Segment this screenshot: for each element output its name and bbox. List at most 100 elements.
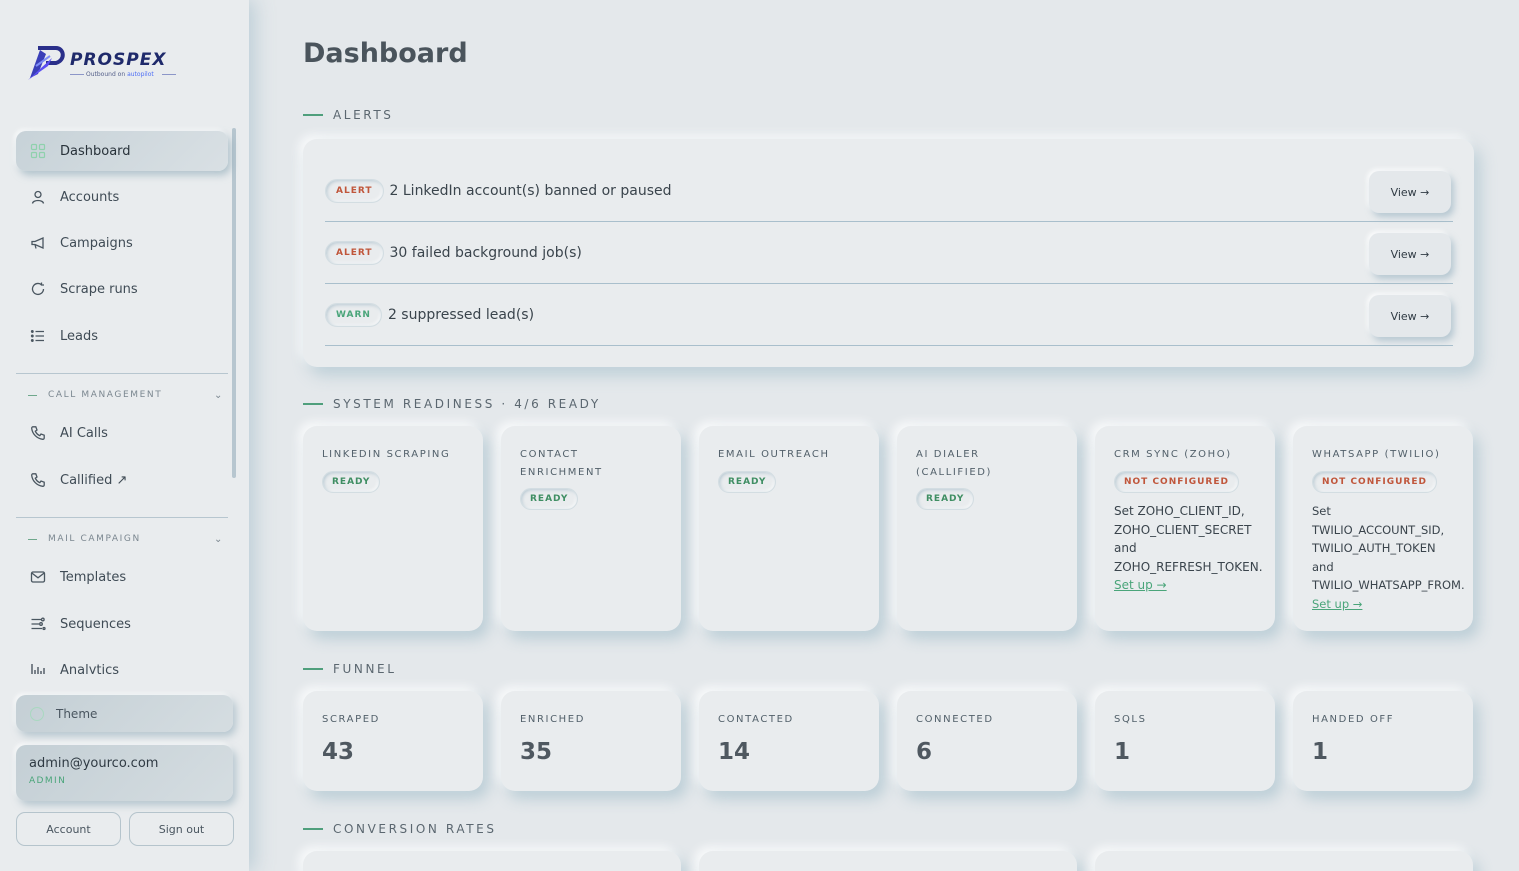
status-badge: READY <box>322 471 381 493</box>
view-button[interactable]: View → <box>1369 171 1451 213</box>
alert-badge: ALERT <box>325 240 384 265</box>
refresh-icon <box>30 281 46 297</box>
desc-line: TWILIO_ACCOUNT_SID, <box>1312 522 1445 537</box>
bar-chart-icon <box>30 662 46 674</box>
readiness-card-crm: CRM SYNC (ZOHO) NOT CONFIGURED Set ZOHO_… <box>1095 426 1275 631</box>
card-label: SCRAPED <box>322 714 380 725</box>
alert-badge: ALERT <box>325 178 384 203</box>
heading-dash <box>303 403 323 405</box>
megaphone-icon <box>30 235 46 251</box>
warn-badge: WARN <box>325 302 382 327</box>
phone-icon <box>30 472 46 488</box>
sliders-icon <box>30 616 46 632</box>
sidebar-item-sequences[interactable]: Sequences <box>16 604 228 644</box>
sidebar-item-label: Campaigns <box>60 235 133 251</box>
desc-line: ZOHO_REFRESH_TOKEN. <box>1114 559 1263 574</box>
card-label: CONNECTED <box>916 714 994 725</box>
heading-dash <box>303 828 323 830</box>
view-button[interactable]: View → <box>1369 295 1451 337</box>
readiness-heading: SYSTEM READINESS · 4/6 READY <box>303 397 601 411</box>
sidebar-divider <box>16 373 228 374</box>
user-card: admin@yourco.com ADMIN <box>16 745 233 801</box>
funnel-value: 14 <box>718 739 751 765</box>
logo-mark-icon <box>28 46 65 80</box>
desc-line: and <box>1114 541 1137 555</box>
logo-rule-right <box>162 74 176 75</box>
readiness-card-enrichment: CONTACT ENRICHMENT READY <box>501 426 681 631</box>
heading-label: CONVERSION RATES <box>333 822 497 836</box>
funnel-heading: FUNNEL <box>303 662 397 676</box>
heading-dash <box>303 114 323 116</box>
funnel-card-enriched: ENRICHED 35 <box>501 691 681 791</box>
status-badge: READY <box>520 488 579 510</box>
status-badge: NOT CONFIGURED <box>1114 471 1239 493</box>
card-label: ENRICHED <box>520 714 586 725</box>
section-dash <box>28 394 37 396</box>
sidebar-item-callified[interactable]: Callified ↗ <box>16 460 228 500</box>
alert-row: ALERT 2 LinkedIn account(s) banned or pa… <box>325 160 1453 222</box>
sidebar-item-templates[interactable]: Templates <box>16 557 228 597</box>
account-button[interactable]: Account <box>16 812 121 846</box>
alert-row: WARN 2 suppressed lead(s) View → <box>325 284 1453 346</box>
funnel-value: 43 <box>322 739 355 765</box>
logo-rule-left <box>70 74 84 75</box>
sidebar-item-accounts[interactable]: Accounts <box>16 177 228 217</box>
sidebar-clip: Analytics <box>16 650 228 674</box>
sidebar-item-label: Templates <box>60 569 127 585</box>
sidebar-item-label: AI Calls <box>60 425 108 441</box>
desc-line: and <box>1312 559 1334 574</box>
conversion-heading: CONVERSION RATES <box>303 822 497 836</box>
chevron-down-icon: ⌄ <box>214 389 224 401</box>
funnel-value: 1 <box>1114 739 1131 765</box>
card-description: Set TWILIO_ACCOUNT_SID, TWILIO_AUTH_TOKE… <box>1312 502 1512 613</box>
list-icon <box>30 328 46 344</box>
heading-label: SYSTEM READINESS · 4/6 READY <box>333 397 601 411</box>
desc-line: ZOHO_CLIENT_SECRET <box>1114 522 1252 537</box>
section-mail-campaign[interactable]: MAIL CAMPAIGN ⌄ <box>28 531 224 547</box>
alert-text: 2 suppressed lead(s) <box>387 306 535 323</box>
sidebar-divider <box>16 517 228 518</box>
prospex-logo[interactable]: PROSPEX Outbound on autopilot <box>26 44 186 84</box>
sidebar-scrollbar[interactable] <box>232 128 236 478</box>
user-icon <box>30 189 46 205</box>
sidebar-item-campaigns[interactable]: Campaigns <box>16 223 228 263</box>
setup-link[interactable]: Set up → <box>1312 595 1512 614</box>
section-call-management[interactable]: CALL MANAGEMENT ⌄ <box>28 387 224 403</box>
funnel-card-handed-off: HANDED OFF 1 <box>1293 691 1473 791</box>
phone-icon <box>30 425 46 441</box>
sidebar-item-leads[interactable]: Leads <box>16 316 228 356</box>
alert-text: 30 failed background job(s) <box>389 244 582 261</box>
readiness-card-dialer: AI DIALER (CALLIFIED) READY <box>897 426 1077 631</box>
status-badge: READY <box>916 488 975 510</box>
readiness-card-linkedin: LINKEDIN SCRAPING READY <box>303 426 483 631</box>
funnel-value: 35 <box>520 739 553 765</box>
user-email: admin@yourco.com <box>29 756 159 771</box>
sidebar-item-ai-calls[interactable]: AI Calls <box>16 413 228 453</box>
conversion-card <box>303 851 681 871</box>
card-label: CONTACT ENRICHMENT <box>520 449 603 478</box>
sidebar-item-label: Accounts <box>60 189 120 205</box>
card-label: HANDED OFF <box>1312 714 1395 725</box>
view-button[interactable]: View → <box>1369 233 1451 275</box>
theme-icon <box>30 706 44 721</box>
user-role: ADMIN <box>29 776 67 786</box>
conversion-card <box>699 851 1077 871</box>
alert-text: 2 LinkedIn account(s) banned or paused <box>389 182 672 199</box>
sidebar-item-scrape-runs[interactable]: Scrape runs <box>16 269 228 309</box>
sidebar-item-dashboard[interactable]: Dashboard <box>16 131 228 171</box>
sidebar-item-label: Leads <box>60 328 99 344</box>
theme-toggle[interactable]: Theme <box>16 695 233 732</box>
setup-link[interactable]: Set up → <box>1114 576 1294 595</box>
brand-tagline: Outbound on autopilot <box>86 71 154 78</box>
sign-out-button[interactable]: Sign out <box>129 812 234 846</box>
page-title: Dashboard <box>303 38 468 69</box>
heading-label: FUNNEL <box>333 662 397 676</box>
heading-dash <box>303 668 323 670</box>
card-label: WHATSAPP (TWILIO) <box>1312 449 1441 460</box>
funnel-card-contacted: CONTACTED 14 <box>699 691 879 791</box>
sidebar-item-analytics[interactable]: Analytics <box>16 650 228 674</box>
funnel-card-connected: CONNECTED 6 <box>897 691 1077 791</box>
alerts-heading: ALERTS <box>303 108 394 122</box>
status-badge: READY <box>718 471 777 493</box>
conversion-card <box>1095 851 1473 871</box>
